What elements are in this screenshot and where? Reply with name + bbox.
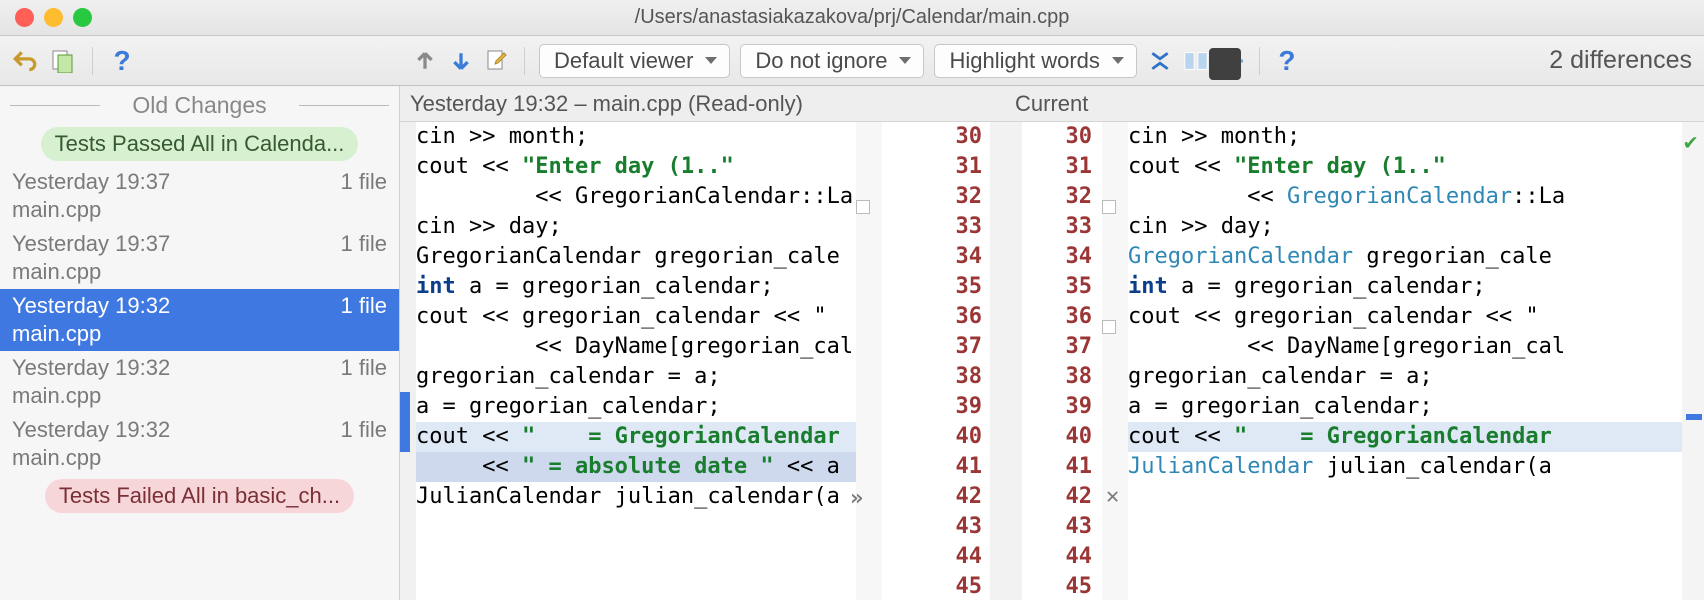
- previous-diff-icon[interactable]: [412, 48, 438, 74]
- left-gutter: [400, 122, 416, 600]
- diff-marker[interactable]: [1686, 414, 1702, 420]
- right-fold-column: ✕: [1102, 122, 1128, 600]
- collapse-unchanged-icon[interactable]: [1147, 48, 1173, 74]
- right-pane-header: Current: [845, 86, 1704, 121]
- viewer-label: Default viewer: [554, 48, 693, 74]
- history-item-filename: main.cpp: [12, 381, 387, 409]
- ignore-dropdown[interactable]: Do not ignore: [740, 44, 924, 78]
- help-icon[interactable]: ?: [1274, 48, 1300, 74]
- window-title: /Users/anastasiakazakova/prj/Calendar/ma…: [635, 6, 1070, 29]
- fold-marker-icon[interactable]: [856, 200, 870, 214]
- highlight-dropdown[interactable]: Highlight words: [934, 44, 1136, 78]
- left-fold-column: »: [856, 122, 882, 600]
- history-item-time: Yesterday 19:32: [12, 417, 170, 443]
- history-item-files: 1 file: [341, 355, 387, 381]
- ignore-label: Do not ignore: [755, 48, 887, 74]
- highlight-label: Highlight words: [949, 48, 1099, 74]
- viewer-dropdown[interactable]: Default viewer: [539, 44, 730, 78]
- left-code-pane[interactable]: cin >> month;cout << "Enter day (1.." <<…: [416, 122, 856, 600]
- reject-change-icon[interactable]: ✕: [1106, 482, 1119, 512]
- fold-marker-icon[interactable]: [1102, 320, 1116, 334]
- mid-separator[interactable]: [990, 122, 1022, 600]
- history-item-time: Yesterday 19:32: [12, 355, 170, 381]
- changes-sidebar: Old Changes Tests Passed All in Calenda.…: [0, 86, 400, 600]
- history-item-time: Yesterday 19:32: [12, 293, 170, 319]
- history-item-time: Yesterday 19:37: [12, 169, 170, 195]
- overview-ruler[interactable]: ✔: [1682, 122, 1704, 600]
- history-item-files: 1 file: [341, 231, 387, 257]
- history-item-filename: main.cpp: [12, 319, 387, 347]
- toolbar-divider: [92, 47, 93, 75]
- zoom-window-button[interactable]: [73, 8, 92, 27]
- history-item-filename: main.cpp: [12, 257, 387, 285]
- next-diff-icon[interactable]: [448, 48, 474, 74]
- no-errors-icon: ✔: [1684, 128, 1697, 158]
- main-toolbar: ? Default viewer Do not ignore Highlight…: [0, 36, 1704, 86]
- diff-count: 2 differences: [1531, 46, 1692, 75]
- history-item-filename: main.cpp: [12, 443, 387, 471]
- history-item[interactable]: Yesterday 19:32 1 filemain.cpp: [0, 413, 399, 475]
- left-line-numbers: 30 31 32 33 34 35 36 37 38 39 40 41 42 4…: [882, 122, 990, 600]
- edit-source-icon[interactable]: [484, 48, 510, 74]
- history-item-files: 1 file: [341, 417, 387, 443]
- change-marker: [400, 392, 410, 452]
- close-window-button[interactable]: [15, 8, 34, 27]
- apply-change-icon[interactable]: »: [850, 484, 863, 514]
- help-icon[interactable]: ?: [109, 48, 135, 74]
- history-item-time: Yesterday 19:37: [12, 231, 170, 257]
- minimize-window-button[interactable]: [44, 8, 63, 27]
- revert-icon[interactable]: [12, 48, 38, 74]
- history-item-filename: main.cpp: [12, 195, 387, 223]
- history-list: Yesterday 19:371 filemain.cppYesterday 1…: [0, 165, 399, 475]
- right-code-pane[interactable]: cin >> month;cout << "Enter day (1.." <<…: [1128, 122, 1682, 600]
- window-titlebar: /Users/anastasiakazakova/prj/Calendar/ma…: [0, 0, 1704, 36]
- fold-marker-icon[interactable]: [1102, 200, 1116, 214]
- history-item[interactable]: Yesterday 19:32 1 filemain.cpp: [0, 289, 399, 351]
- show-diff-icon[interactable]: [50, 48, 76, 74]
- sync-scroll-icon[interactable]: [1183, 48, 1209, 74]
- tests-passed-badge[interactable]: Tests Passed All in Calenda...: [41, 127, 359, 161]
- sidebar-header: Old Changes: [0, 86, 399, 123]
- history-item[interactable]: Yesterday 19:37 1 filemain.cpp: [0, 165, 399, 227]
- toolbar-divider: [524, 47, 525, 75]
- traffic-lights: [0, 8, 92, 27]
- history-item[interactable]: Yesterday 19:32 1 filemain.cpp: [0, 351, 399, 413]
- history-item-files: 1 file: [341, 169, 387, 195]
- history-item[interactable]: Yesterday 19:37 1 filemain.cpp: [0, 227, 399, 289]
- toolbar-divider: [1259, 47, 1260, 75]
- history-item-files: 1 file: [341, 293, 387, 319]
- right-line-numbers: 30 31 32 33 34 35 36 37 38 39 40 41 42 4…: [1022, 122, 1102, 600]
- tests-failed-badge[interactable]: Tests Failed All in basic_ch...: [45, 479, 354, 513]
- left-pane-header: Yesterday 19:32 – main.cpp (Read-only): [400, 86, 845, 121]
